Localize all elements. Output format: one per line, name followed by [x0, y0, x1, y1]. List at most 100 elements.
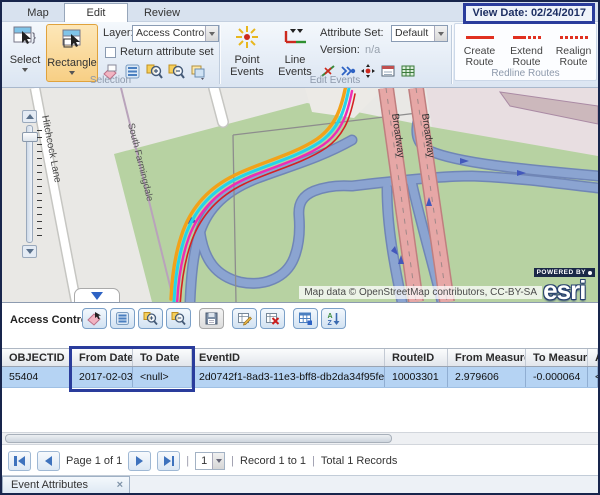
close-icon[interactable]: ×	[117, 477, 123, 494]
redline-routes-group-label: Redline Routes	[455, 68, 596, 79]
last-page-button[interactable]	[157, 451, 180, 471]
realign-route-label: Realign Route	[551, 46, 596, 68]
extend-route-icon	[504, 30, 549, 44]
extend-route-button[interactable]: Extend Route	[504, 26, 549, 70]
column-header-to-date[interactable]: To Date	[133, 349, 192, 366]
panel-title: Access Control	[10, 314, 91, 326]
attribute-table-button[interactable]	[293, 308, 318, 329]
column-header-eventid[interactable]: EventID	[192, 349, 385, 366]
return-attribute-set-label: Return attribute set	[120, 46, 214, 58]
extend-route-label: Extend Route	[504, 46, 549, 68]
scrollbar-thumb[interactable]	[5, 434, 392, 443]
cell-from-date[interactable]: 2017-02-03	[72, 367, 133, 387]
chevron-down-icon[interactable]	[205, 26, 218, 41]
edit-attributes-button[interactable]	[232, 308, 257, 329]
horizontal-scrollbar[interactable]	[2, 432, 598, 445]
tab-event-attributes[interactable]: Event Attributes ×	[2, 476, 130, 495]
panel-collapse-tab[interactable]	[74, 288, 120, 302]
column-header-from-date[interactable]: From Date	[72, 349, 133, 366]
save-button[interactable]	[199, 308, 224, 329]
return-attribute-set-checkbox[interactable]	[105, 47, 116, 58]
column-header-to-measure[interactable]: To Measure	[526, 349, 588, 366]
layer-label: Layer:	[103, 27, 134, 39]
cell-eventid[interactable]: 2d0742f1-8ad3-11e3-bff8-db2da34f95fe	[192, 367, 385, 387]
tab-review[interactable]: Review	[134, 5, 190, 22]
edit-attributes-icon	[237, 311, 252, 326]
map-view[interactable]: Hitchcock Lane South Farmingdale Broadwa…	[2, 88, 598, 302]
ribbon-divider	[451, 25, 453, 84]
line-events-button[interactable]: Line Events	[272, 24, 318, 78]
delete-record-button[interactable]	[260, 308, 285, 329]
separator: |	[312, 455, 315, 467]
tab-edit[interactable]: Edit	[64, 3, 128, 23]
select-tool-button[interactable]: } Select	[6, 24, 44, 72]
point-events-icon	[234, 24, 260, 50]
page-number-dropdown[interactable]: 1	[195, 452, 225, 470]
select-tool-label: Select	[6, 54, 44, 66]
zoom-out-button[interactable]	[22, 245, 37, 258]
cell-access[interactable]: <n	[588, 367, 598, 387]
create-route-icon	[457, 30, 502, 44]
cell-from-measure[interactable]: 2.979606	[448, 367, 526, 387]
pan-to-selection-button[interactable]	[166, 308, 191, 329]
panel-toolbar: A Z	[82, 308, 346, 329]
line-events-icon	[282, 24, 308, 50]
record-range-label: Record 1 to 1	[240, 455, 306, 467]
app-window: Map Edit Review View Date: 02/24/2017 } …	[0, 0, 600, 495]
tab-map[interactable]: Map	[16, 5, 60, 22]
zoom-to-selection-button[interactable]	[138, 308, 163, 329]
page-number-value: 1	[196, 453, 212, 469]
cell-to-measure[interactable]: -0.000064	[526, 367, 588, 387]
version-value: n/a	[365, 44, 380, 56]
cell-to-date[interactable]: <null>	[133, 367, 192, 387]
ribbon: } Select Rectangle Layer: Access Control…	[2, 22, 598, 88]
layer-dropdown[interactable]: Access Control	[132, 25, 219, 42]
column-header-from-measure[interactable]: From Measure	[448, 349, 526, 366]
cell-routeid[interactable]: 10003301	[385, 367, 448, 387]
map-canvas[interactable]: Hitchcock Lane South Farmingdale Broadwa…	[2, 88, 598, 302]
cell-objectid[interactable]: 55404	[2, 367, 72, 387]
chevron-down-icon[interactable]	[212, 453, 224, 469]
separator: |	[186, 455, 189, 467]
realign-route-button[interactable]: Realign Route	[551, 26, 596, 70]
chevron-down-icon[interactable]	[434, 26, 447, 41]
zoom-to-selection-icon	[143, 311, 158, 326]
table-row[interactable]: 55404 2017-02-03 <null> 2d0742f1-8ad3-11…	[2, 367, 598, 388]
column-header-routeid[interactable]: RouteID	[385, 349, 448, 366]
create-route-button[interactable]: Create Route	[457, 26, 502, 70]
chevron-down-icon	[91, 292, 103, 300]
zoom-slider-handle[interactable]	[22, 132, 38, 142]
grid-header-row: OBJECTID From Date To Date EventID Route…	[2, 348, 598, 367]
esri-logo: POWERED BY esri	[534, 261, 595, 301]
attribute-grid: OBJECTID From Date To Date EventID Route…	[2, 348, 598, 388]
pagination-bar: Page 1 of 1 | 1 | Record 1 to 1 | Total …	[8, 449, 397, 473]
map-attribution: Map data © OpenStreetMap contributors, C…	[299, 286, 542, 299]
zoom-in-button[interactable]	[22, 110, 37, 123]
attribute-set-dropdown[interactable]: Default	[391, 25, 448, 42]
zoom-slider-track[interactable]	[26, 125, 33, 243]
chevron-down-icon	[22, 68, 28, 72]
previous-page-button[interactable]	[37, 451, 60, 471]
column-header-access[interactable]: Ac	[588, 349, 598, 366]
event-attributes-panel: Access Control	[2, 302, 598, 493]
show-selection-button[interactable]	[110, 308, 135, 329]
rectangle-tool-button[interactable]: Rectangle	[46, 24, 98, 82]
layer-dropdown-value: Access Control	[133, 26, 205, 41]
select-features-icon	[87, 311, 102, 326]
next-page-button[interactable]	[128, 451, 151, 471]
pan-to-selection-icon	[171, 311, 186, 326]
realign-route-icon	[551, 30, 596, 44]
column-header-objectid[interactable]: OBJECTID	[2, 349, 72, 366]
rectangle-tool-label: Rectangle	[47, 57, 97, 69]
point-events-button[interactable]: Point Events	[224, 24, 270, 78]
esri-brand: esri	[534, 279, 595, 301]
rectangle-tool-icon	[59, 27, 85, 53]
first-page-button[interactable]	[8, 451, 31, 471]
select-features-button[interactable]	[82, 308, 107, 329]
selection-group-label: Selection	[2, 75, 219, 86]
tab-event-attributes-label: Event Attributes	[11, 479, 88, 491]
attribute-set-value: Default	[392, 26, 434, 41]
sort-button[interactable]: A Z	[321, 308, 346, 329]
attribute-table-icon	[298, 311, 313, 326]
svg-text:A: A	[328, 313, 333, 320]
